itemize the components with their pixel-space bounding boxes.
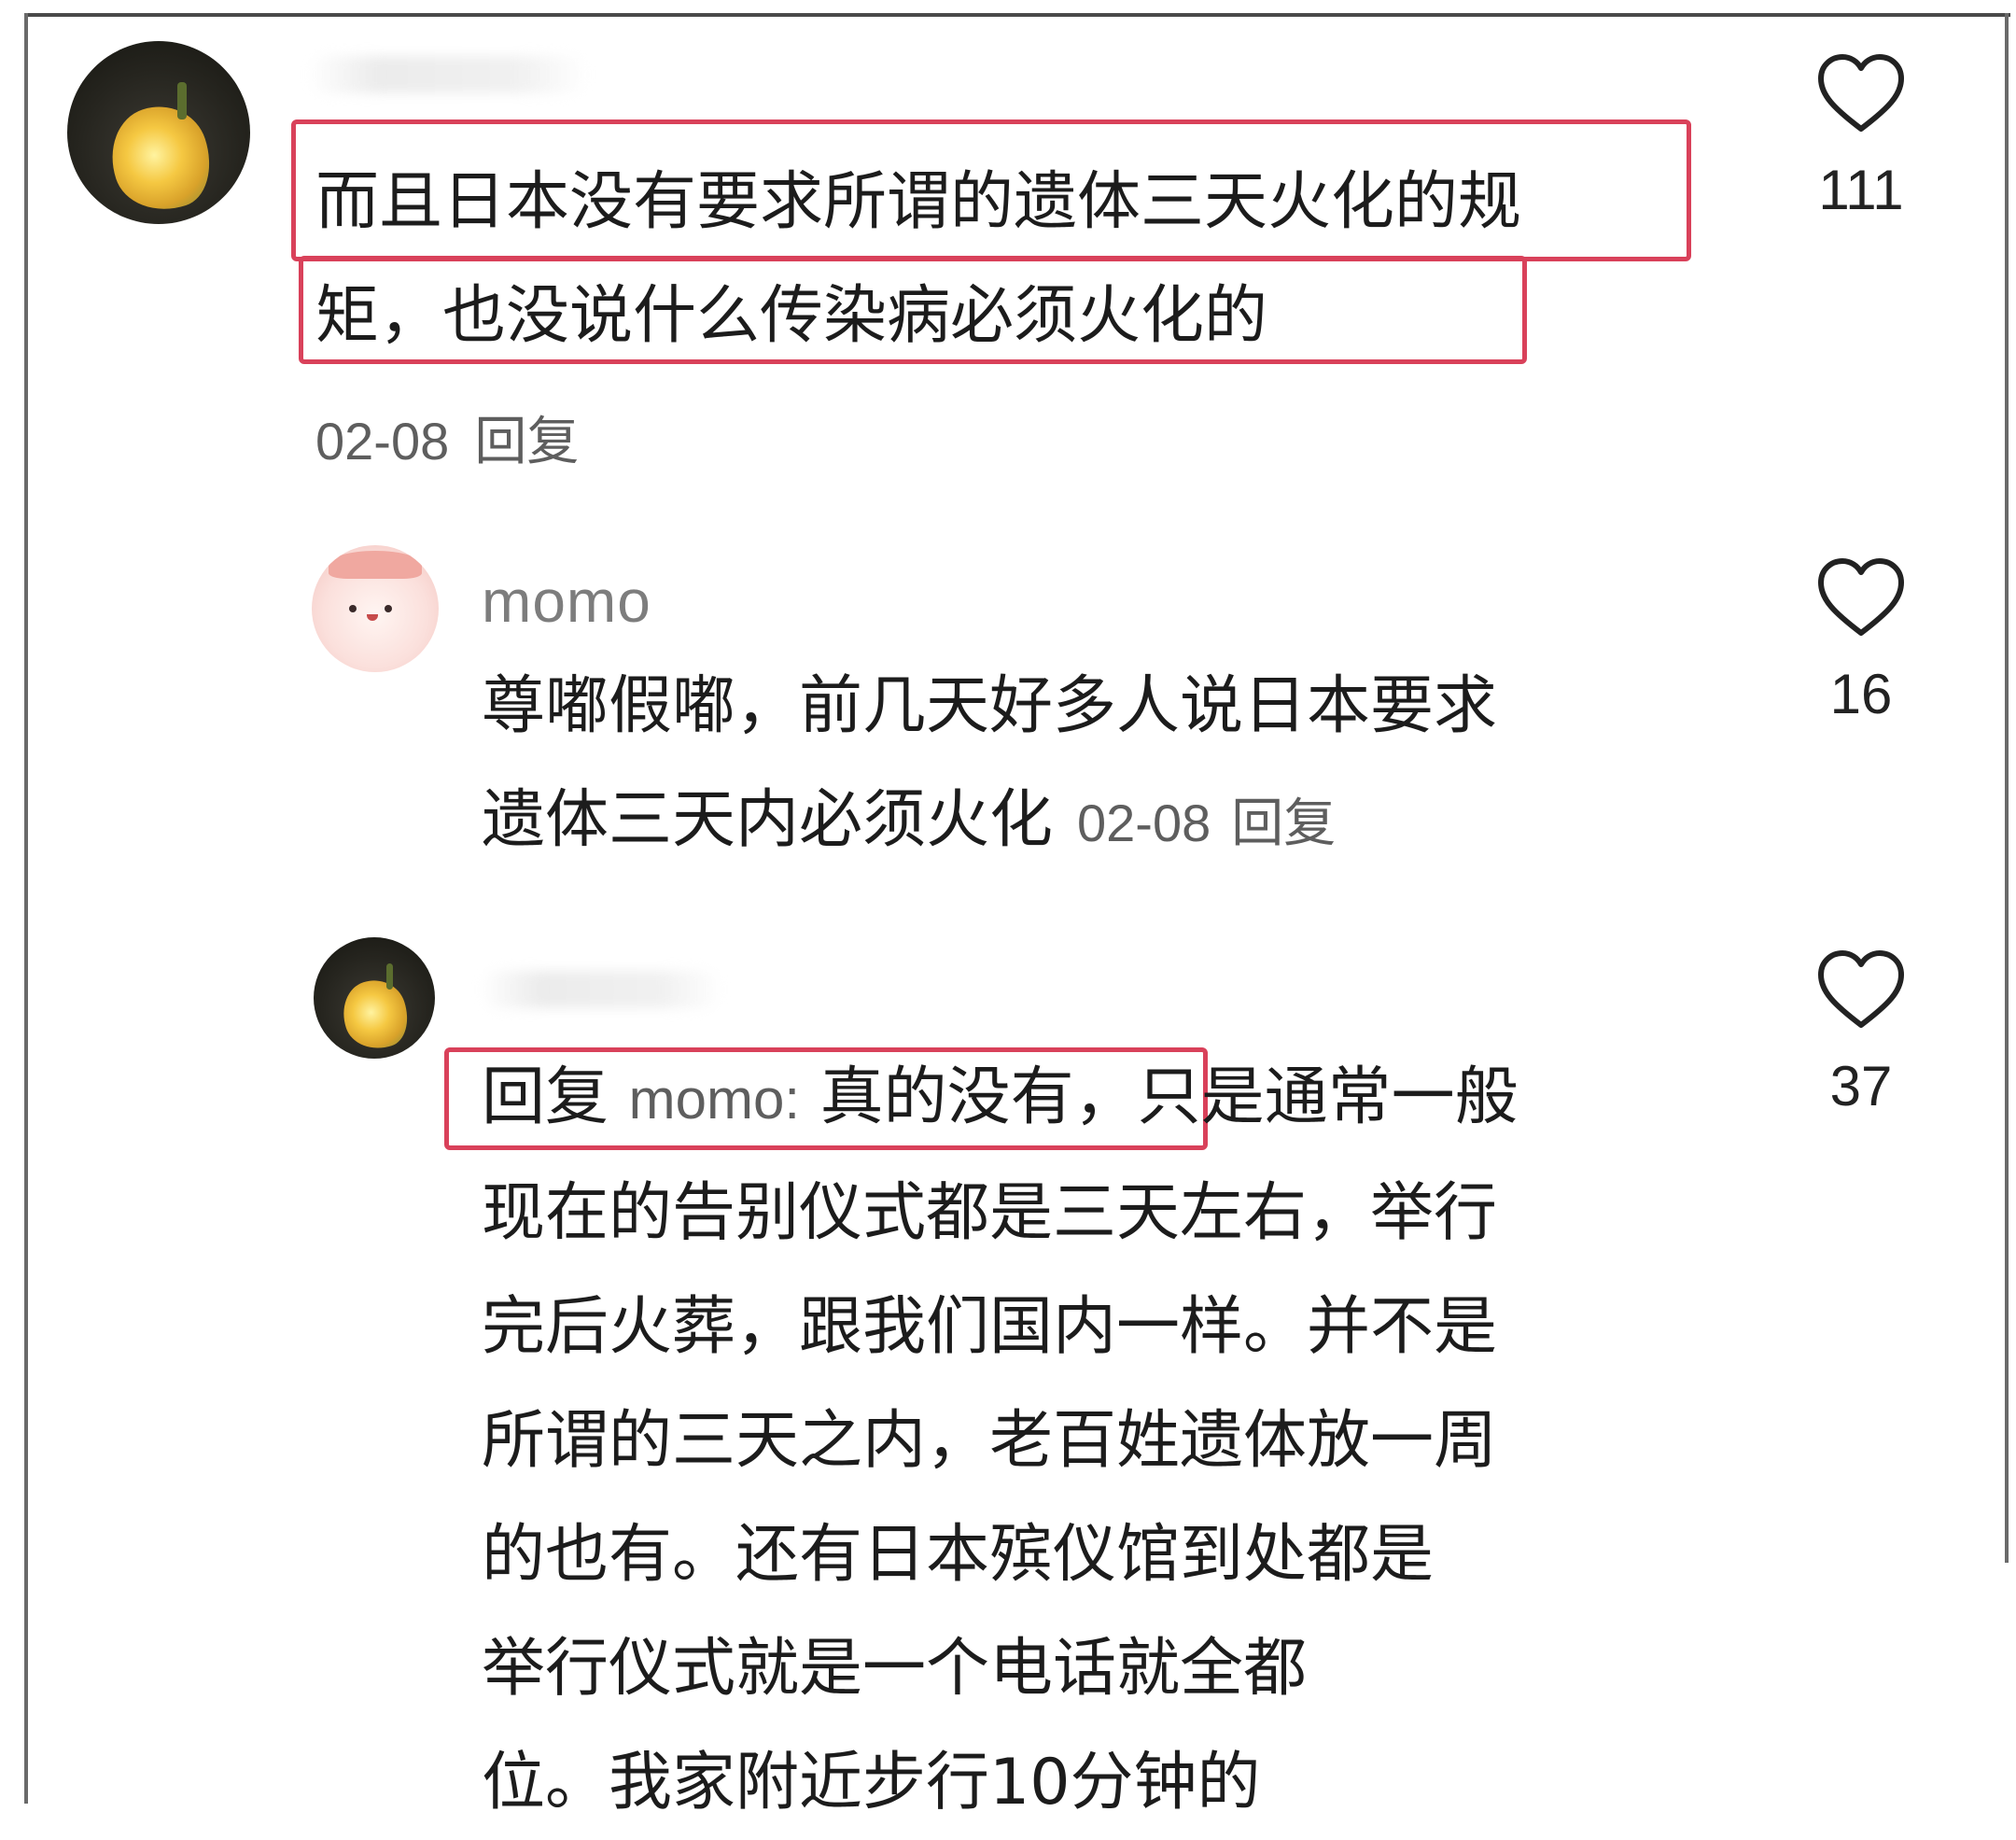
avatar-eye-image [349, 605, 357, 612]
comment-line: 遗体三天内必须火化 02-08 回复 [482, 764, 1497, 880]
mention-link[interactable]: momo: [629, 1068, 800, 1131]
comment-body: 回复 momo: 真的没有，只是通常一般 现在的告别仪式都是三天左右，举行 完后… [482, 1041, 1519, 1840]
heart-outline-icon[interactable] [1815, 52, 1907, 134]
comment-line: 回复 momo: 真的没有，只是通常一般 [482, 1041, 1519, 1157]
comment-line-text: ，只是通常一般 [1073, 1060, 1519, 1134]
avatar[interactable] [312, 545, 439, 672]
avatar-mouth-image [367, 614, 378, 621]
comment-line: 矩，也没说什么传染病必须火化的 [315, 279, 1268, 353]
avatar-flower-image [98, 93, 223, 224]
like-count: 16 [1829, 663, 1893, 725]
comment-line: 而且日本没有要求所谓的遗体三天火化的规 [315, 165, 1522, 239]
cropped-overlay [1419, 1587, 1699, 1804]
comment-line: 位。我家附近步行10分钟的 [482, 1746, 1261, 1819]
username[interactable]: momo [482, 571, 651, 631]
avatar-stem-image [386, 963, 393, 990]
comment-line-text: 遗体三天内必须火化 [482, 783, 1054, 857]
comment-body: 尊嘟假嘟，前几天好多人说日本要求 遗体三天内必须火化 02-08 回复 [482, 650, 1497, 880]
like-group: 16 [1796, 556, 1926, 723]
comment-body: 而且日本没有要求所谓的遗体三天火化的规 矩，也没说什么传染病必须火化的 [315, 146, 1521, 373]
frame-right-border [2005, 13, 2009, 1563]
comment-line: 所谓的三天之内，老百姓遗体放一周 [482, 1404, 1498, 1478]
heart-outline-icon[interactable] [1815, 948, 1907, 1031]
comment-line: 完后火葬，跟我们国内一样。并不是 [482, 1290, 1498, 1364]
avatar-hair-image [329, 551, 422, 579]
comment-date: 02-08 [1077, 794, 1211, 852]
avatar[interactable] [314, 937, 435, 1059]
avatar-eye-image [385, 605, 392, 612]
highlighted-text: 真的没有 [819, 1060, 1074, 1134]
reply-prefix: 回复 [482, 1060, 609, 1134]
comment-line: 举行仪式就是一个电话就全都 [482, 1632, 1308, 1706]
frame-left-border [24, 13, 28, 1804]
username-redacted [480, 971, 722, 1008]
like-count: 37 [1829, 1055, 1893, 1117]
frame-top-border [26, 13, 2010, 17]
like-group: 37 [1796, 948, 1926, 1115]
comment-date: 02-08 [315, 412, 450, 471]
like-count: 111 [1818, 159, 1904, 221]
reply-button[interactable]: 回复 [474, 412, 579, 471]
comment-line: 现在的告别仪式都是三天左右，举行 [482, 1176, 1498, 1250]
reply-button[interactable]: 回复 [1231, 794, 1336, 852]
comment-line: 的也有。还有日本殡仪馆到处都是 [482, 1518, 1435, 1592]
username-redacted [308, 56, 588, 93]
heart-outline-icon[interactable] [1815, 556, 1907, 639]
avatar-flower-image [334, 972, 416, 1058]
like-group: 111 [1796, 52, 1926, 218]
avatar[interactable] [67, 41, 250, 224]
comment-meta: 02-08 回复 [315, 400, 579, 475]
comment-line: 尊嘟假嘟，前几天好多人说日本要求 [482, 669, 1498, 743]
avatar-stem-image [177, 82, 187, 119]
